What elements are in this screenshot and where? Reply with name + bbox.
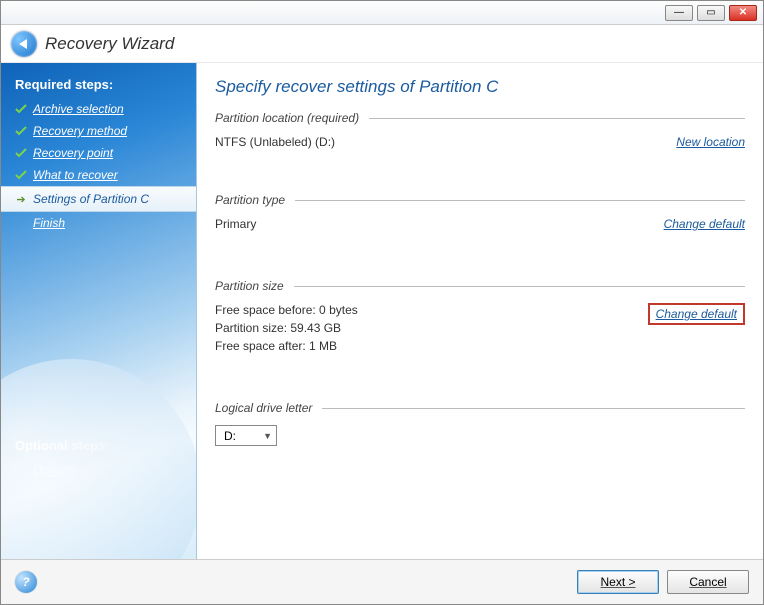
partition-location-value: NTFS (Unlabeled) (D:) (215, 135, 335, 149)
new-location-link[interactable]: New location (676, 135, 745, 149)
next-button[interactable]: Next > (577, 570, 659, 594)
divider (369, 118, 745, 119)
check-icon (15, 125, 27, 137)
sidebar-item-label: Recovery method (33, 124, 127, 138)
cancel-button[interactable]: Cancel (667, 570, 749, 594)
sidebar-item-label: Settings of Partition C (33, 192, 149, 206)
page-title: Specify recover settings of Partition C (215, 77, 745, 97)
free-space-before: Free space before: 0 bytes (215, 303, 358, 317)
section-heading: Partition size (215, 279, 284, 293)
partition-type-value: Primary (215, 217, 256, 231)
close-button[interactable]: ✕ (729, 5, 757, 21)
help-icon: ? (22, 575, 29, 589)
content: Specify recover settings of Partition C … (197, 63, 763, 559)
section-partition-type: Partition type Primary Change default (215, 193, 745, 231)
sidebar-item-options[interactable]: Options (1, 459, 196, 481)
sidebar-item-settings-partition-c[interactable]: ➔ Settings of Partition C (1, 186, 196, 212)
footer: ? Next > Cancel (1, 559, 763, 604)
current-step-icon: ➔ (15, 193, 27, 206)
sidebar-item-label: Recovery point (33, 146, 113, 160)
free-space-after: Free space after: 1 MB (215, 339, 358, 353)
back-button[interactable] (11, 31, 37, 57)
sidebar: Required steps: Archive selection Recove… (1, 63, 197, 559)
recovery-wizard-window: — ▭ ✕ Recovery Wizard Required steps: Ar… (0, 0, 764, 605)
sidebar-item-label: What to recover (33, 168, 118, 182)
divider (295, 200, 745, 201)
section-partition-size: Partition size Free space before: 0 byte… (215, 279, 745, 353)
sidebar-item-label: Archive selection (33, 102, 124, 116)
titlebar: — ▭ ✕ (1, 1, 763, 25)
chevron-down-icon: ▼ (263, 431, 272, 441)
change-default-size-link[interactable]: Change default (648, 303, 745, 325)
divider (294, 286, 745, 287)
body: Required steps: Archive selection Recove… (1, 63, 763, 559)
back-arrow-icon (19, 39, 27, 49)
sidebar-item-archive-selection[interactable]: Archive selection (1, 98, 196, 120)
section-heading: Partition location (required) (215, 111, 359, 125)
sidebar-item-finish[interactable]: Finish (1, 212, 196, 234)
sidebar-item-label: Finish (33, 216, 65, 230)
drive-letter-value: D: (224, 429, 236, 443)
partition-size: Partition size: 59.43 GB (215, 321, 358, 335)
header: Recovery Wizard (1, 25, 763, 63)
sidebar-item-label: Options (33, 463, 74, 477)
check-icon (15, 169, 27, 181)
wizard-title: Recovery Wizard (45, 34, 174, 54)
help-button[interactable]: ? (15, 571, 37, 593)
required-steps-heading: Required steps: (1, 73, 196, 98)
divider (322, 408, 745, 409)
drive-letter-select[interactable]: D: ▼ (215, 425, 277, 446)
section-heading: Partition type (215, 193, 285, 207)
maximize-button[interactable]: ▭ (697, 5, 725, 21)
sidebar-item-recovery-method[interactable]: Recovery method (1, 120, 196, 142)
section-partition-location: Partition location (required) NTFS (Unla… (215, 111, 745, 149)
check-icon (15, 147, 27, 159)
check-icon (15, 103, 27, 115)
section-logical-drive-letter: Logical drive letter D: ▼ (215, 401, 745, 446)
change-default-type-link[interactable]: Change default (664, 217, 745, 231)
sidebar-item-recovery-point[interactable]: Recovery point (1, 142, 196, 164)
section-heading: Logical drive letter (215, 401, 312, 415)
minimize-button[interactable]: — (665, 5, 693, 21)
optional-steps-heading: Optional steps: (1, 434, 196, 459)
sidebar-item-what-to-recover[interactable]: What to recover (1, 164, 196, 186)
